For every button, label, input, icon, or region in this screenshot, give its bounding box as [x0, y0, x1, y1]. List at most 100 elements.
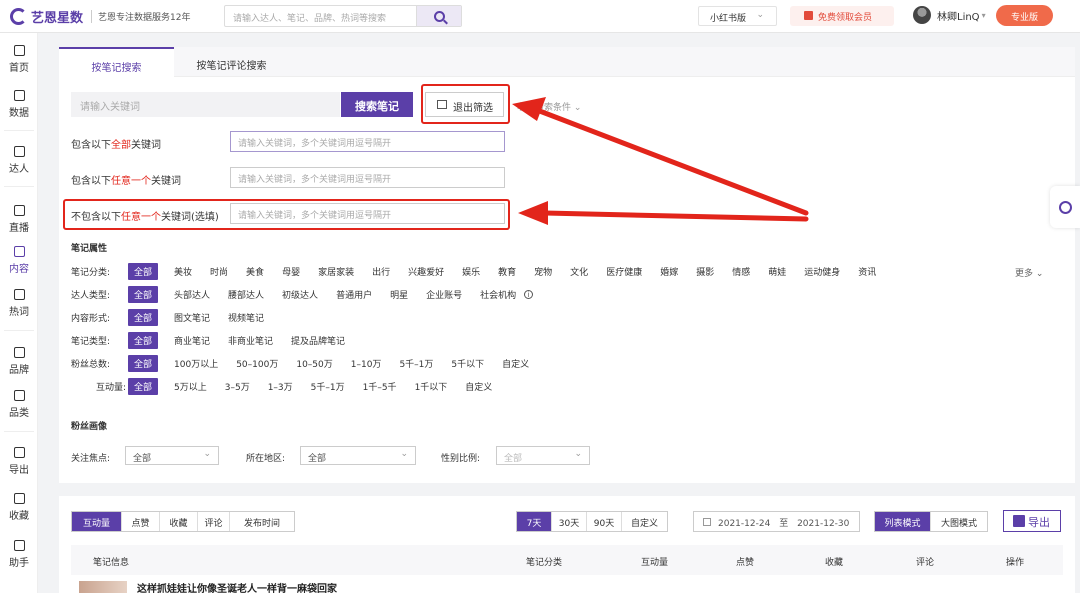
option[interactable]: 自定义 [502, 357, 529, 370]
option[interactable]: 文化 [570, 265, 588, 278]
headset-icon [1058, 200, 1072, 214]
option[interactable]: 娱乐 [462, 265, 480, 278]
option[interactable]: 1–10万 [351, 357, 382, 370]
sidebar-item-data[interactable]: 数据 [0, 90, 38, 119]
option[interactable]: 10–50万 [296, 357, 332, 370]
option[interactable]: 商业笔记 [174, 334, 210, 347]
option[interactable]: 医疗健康 [606, 265, 642, 278]
option[interactable]: 50–100万 [236, 357, 278, 370]
option[interactable]: 非商业笔记 [228, 334, 273, 347]
option[interactable]: 时尚 [210, 265, 228, 278]
option[interactable]: 母婴 [282, 265, 300, 278]
logo[interactable]: 艺恩星数 艺恩专注数据服务12年 [10, 7, 190, 26]
option[interactable]: 运动健身 [804, 265, 840, 278]
option[interactable]: 自定义 [465, 380, 492, 393]
calendar-icon [703, 518, 711, 526]
sidebar-item-home[interactable]: 首页 [0, 45, 38, 74]
option[interactable]: 兴趣爱好 [408, 265, 444, 278]
option[interactable]: 婚嫁 [660, 265, 678, 278]
range-tab-30d[interactable]: 30天 [552, 512, 587, 531]
option[interactable]: 美食 [246, 265, 264, 278]
option[interactable]: 萌娃 [768, 265, 786, 278]
sort-tab-publish-time[interactable]: 发布时间 [230, 512, 294, 531]
option[interactable]: 3–5万 [225, 380, 250, 393]
range-tab-90d[interactable]: 90天 [587, 512, 622, 531]
sidebar-item-live[interactable]: 直播 [0, 205, 38, 234]
option[interactable]: 图文笔记 [174, 311, 210, 324]
option[interactable]: 头部达人 [174, 288, 210, 301]
option[interactable]: 家居家装 [318, 265, 354, 278]
option-selected[interactable]: 全部 [128, 331, 159, 349]
table-row[interactable]: 这样抓娃娃让你像圣诞老人一样背一麻袋回家 [79, 580, 337, 593]
sidebar-item-favorites[interactable]: 收藏 [0, 493, 38, 522]
range-tab-custom[interactable]: 自定义 [622, 512, 667, 531]
pro-badge[interactable]: 专业版 [996, 5, 1053, 26]
sort-tab-likes[interactable]: 点赞 [122, 512, 160, 531]
sidebar-item-brand[interactable]: 品牌 [0, 347, 38, 376]
option[interactable]: 教育 [498, 265, 516, 278]
view-tab-grid[interactable]: 大图模式 [931, 512, 987, 531]
keyword-input[interactable]: 请输入关键词 [71, 92, 340, 117]
option[interactable]: 资讯 [858, 265, 876, 278]
region-select[interactable]: 全部 ⌄ [300, 446, 416, 465]
date-range-picker[interactable]: 2021-12-24 至 2021-12-30 [693, 511, 860, 532]
option[interactable]: 1千以下 [415, 380, 448, 393]
option[interactable]: 普通用户 [336, 288, 372, 301]
option[interactable]: 5千–1万 [399, 357, 433, 370]
sidebar-item-assistant[interactable]: 助手 [0, 540, 38, 569]
sort-tab-engagement[interactable]: 互动量 [72, 512, 122, 531]
option[interactable]: 宠物 [534, 265, 552, 278]
option[interactable]: 出行 [372, 265, 390, 278]
view-tab-list[interactable]: 列表模式 [875, 512, 931, 531]
include-all-input[interactable]: 请输入关键词，多个关键词用逗号隔开 [230, 131, 505, 152]
option-selected[interactable]: 全部 [128, 377, 159, 395]
global-search[interactable]: 请输入达人、笔记、品牌、热词等搜索 [224, 5, 462, 27]
option[interactable]: 视频笔记 [228, 311, 264, 324]
tab-note-search[interactable]: 按笔记搜索 [59, 47, 174, 78]
help-button[interactable] [1050, 186, 1080, 228]
option[interactable]: 社会机构 [480, 288, 516, 301]
option[interactable]: 1–3万 [268, 380, 293, 393]
option[interactable]: 提及品牌笔记 [291, 334, 345, 347]
option-selected[interactable]: 全部 [128, 262, 159, 280]
option-selected[interactable]: 全部 [128, 354, 159, 372]
search-notes-button[interactable]: 搜索笔记 [341, 92, 413, 117]
range-tab-7d[interactable]: 7天 [517, 512, 552, 531]
option[interactable]: 5万以上 [174, 380, 207, 393]
collapse-conditions-link[interactable]: 收起搜索条件 ⌄ [517, 100, 581, 113]
option[interactable]: 腰部达人 [228, 288, 264, 301]
sidebar-item-hotwords[interactable]: 热词 [0, 289, 38, 318]
option[interactable]: 5千以下 [451, 357, 484, 370]
platform-select[interactable]: 小红书版 ⌄ [698, 6, 777, 26]
option-selected[interactable]: 全部 [128, 285, 159, 303]
info-icon[interactable]: i [524, 289, 534, 299]
note-title[interactable]: 这样抓娃娃让你像圣诞老人一样背一麻袋回家 [137, 580, 337, 593]
option[interactable]: 明星 [390, 288, 408, 301]
option[interactable]: 美妆 [174, 265, 192, 278]
option-selected[interactable]: 全部 [128, 308, 159, 326]
sidebar-item-content[interactable]: 内容 [0, 246, 38, 275]
more-categories-link[interactable]: 更多 ⌄ [1015, 266, 1043, 279]
include-any-input[interactable]: 请输入关键词，多个关键词用逗号隔开 [230, 167, 505, 188]
tab-comment-search[interactable]: 按笔记评论搜索 [174, 47, 289, 77]
user-menu[interactable]: 林卿LinQ ▾ [913, 6, 986, 24]
option[interactable]: 初级达人 [282, 288, 318, 301]
option[interactable]: 情感 [732, 265, 750, 278]
sort-tab-comments[interactable]: 评论 [198, 512, 230, 531]
sort-tab-favorites[interactable]: 收藏 [160, 512, 198, 531]
attr-row-note-type: 笔记类型: 全部 商业笔记 非商业笔记 提及品牌笔记 [71, 331, 363, 349]
global-search-input[interactable]: 请输入达人、笔记、品牌、热词等搜索 [225, 6, 416, 26]
free-vip-button[interactable]: 免费领取会员 [790, 6, 894, 26]
option[interactable]: 1千–5千 [363, 380, 397, 393]
focus-select[interactable]: 全部 ⌄ [125, 446, 219, 465]
export-button[interactable]: 导出 [1003, 510, 1061, 532]
sidebar-item-export[interactable]: 导出 [0, 447, 38, 476]
option[interactable]: 100万以上 [174, 357, 218, 370]
gender-select[interactable]: 全部 ⌄ [496, 446, 590, 465]
sidebar-item-influencer[interactable]: 达人 [0, 146, 38, 175]
option[interactable]: 5千–1万 [311, 380, 345, 393]
option[interactable]: 摄影 [696, 265, 714, 278]
option[interactable]: 企业账号 [426, 288, 462, 301]
global-search-button[interactable] [416, 6, 461, 26]
sidebar-item-category[interactable]: 品类 [0, 390, 38, 419]
